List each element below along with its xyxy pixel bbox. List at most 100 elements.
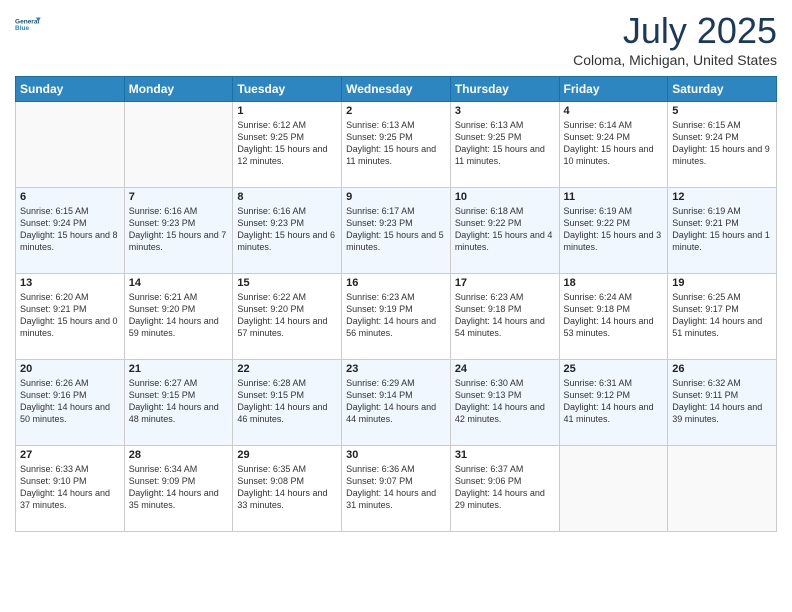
weekday-header-tuesday: Tuesday	[233, 77, 342, 102]
calendar-cell: 27 Sunrise: 6:33 AMSunset: 9:10 PMDayligh…	[16, 446, 125, 532]
logo-icon: GeneralBlue	[15, 10, 43, 38]
day-number: 29	[237, 449, 337, 461]
weekday-header-thursday: Thursday	[450, 77, 559, 102]
day-number: 16	[346, 277, 446, 289]
weekday-header-monday: Monday	[124, 77, 233, 102]
day-info: Sunrise: 6:34 AMSunset: 9:09 PMDaylight:…	[129, 463, 229, 512]
calendar-cell: 16 Sunrise: 6:23 AMSunset: 9:19 PMDayligh…	[342, 274, 451, 360]
day-info: Sunrise: 6:26 AMSunset: 9:16 PMDaylight:…	[20, 377, 120, 426]
calendar-cell: 30 Sunrise: 6:36 AMSunset: 9:07 PMDayligh…	[342, 446, 451, 532]
day-number: 13	[20, 277, 120, 289]
calendar-cell: 22 Sunrise: 6:28 AMSunset: 9:15 PMDayligh…	[233, 360, 342, 446]
calendar-cell: 23 Sunrise: 6:29 AMSunset: 9:14 PMDayligh…	[342, 360, 451, 446]
day-number: 1	[237, 105, 337, 117]
day-info: Sunrise: 6:35 AMSunset: 9:08 PMDaylight:…	[237, 463, 337, 512]
calendar-cell: 8 Sunrise: 6:16 AMSunset: 9:23 PMDaylight…	[233, 188, 342, 274]
title-block: July 2025 Coloma, Michigan, United State…	[573, 10, 777, 68]
calendar-cell: 29 Sunrise: 6:35 AMSunset: 9:08 PMDayligh…	[233, 446, 342, 532]
day-info: Sunrise: 6:36 AMSunset: 9:07 PMDaylight:…	[346, 463, 446, 512]
calendar-cell	[559, 446, 668, 532]
week-row-2: 6Sunrise: 6:15 AMSunset: 9:24 PMDaylight…	[16, 188, 777, 274]
weekday-header-wednesday: Wednesday	[342, 77, 451, 102]
day-info: Sunrise: 6:13 AMSunset: 9:25 PMDaylight:…	[455, 119, 555, 168]
day-number: 7	[129, 191, 229, 203]
day-info: Sunrise: 6:29 AMSunset: 9:14 PMDaylight:…	[346, 377, 446, 426]
day-number: 15	[237, 277, 337, 289]
day-info: Sunrise: 6:16 AMSunset: 9:23 PMDaylight:…	[237, 205, 337, 254]
day-info: Sunrise: 6:23 AMSunset: 9:19 PMDaylight:…	[346, 291, 446, 340]
calendar-cell: 31Sunrise: 6:37 AMSunset: 9:06 PMDayligh…	[450, 446, 559, 532]
calendar-cell: 6Sunrise: 6:15 AMSunset: 9:24 PMDaylight…	[16, 188, 125, 274]
calendar-cell: 26Sunrise: 6:32 AMSunset: 9:11 PMDayligh…	[668, 360, 777, 446]
weekday-header-row: SundayMondayTuesdayWednesdayThursdayFrid…	[16, 77, 777, 102]
day-number: 27	[20, 449, 120, 461]
calendar-cell: 19 Sunrise: 6:25 AMSunset: 9:17 PMDayligh…	[668, 274, 777, 360]
page: GeneralBlue July 2025 Coloma, Michigan, …	[0, 0, 792, 612]
svg-text:General: General	[15, 19, 39, 26]
svg-text:Blue: Blue	[15, 25, 29, 32]
weekday-header-friday: Friday	[559, 77, 668, 102]
day-number: 2	[346, 105, 446, 117]
day-info: Sunrise: 6:27 AMSunset: 9:15 PMDaylight:…	[129, 377, 229, 426]
day-info: Sunrise: 6:12 AMSunset: 9:25 PMDaylight:…	[237, 119, 337, 168]
day-info: Sunrise: 6:18 AMSunset: 9:22 PMDaylight:…	[455, 205, 555, 254]
calendar-cell: 24 Sunrise: 6:30 AMSunset: 9:13 PMDayligh…	[450, 360, 559, 446]
day-number: 24	[455, 363, 555, 375]
day-info: Sunrise: 6:28 AMSunset: 9:15 PMDaylight:…	[237, 377, 337, 426]
location: Coloma, Michigan, United States	[573, 52, 777, 68]
day-info: Sunrise: 6:15 AMSunset: 9:24 PMDaylight:…	[20, 205, 120, 254]
calendar-cell: 2 Sunrise: 6:13 AMSunset: 9:25 PMDaylight…	[342, 102, 451, 188]
calendar-cell: 18Sunrise: 6:24 AMSunset: 9:18 PMDayligh…	[559, 274, 668, 360]
day-number: 21	[129, 363, 229, 375]
calendar-cell: 13Sunrise: 6:20 AMSunset: 9:21 PMDayligh…	[16, 274, 125, 360]
calendar: SundayMondayTuesdayWednesdayThursdayFrid…	[15, 76, 777, 532]
day-number: 30	[346, 449, 446, 461]
day-number: 4	[564, 105, 664, 117]
day-info: Sunrise: 6:16 AMSunset: 9:23 PMDaylight:…	[129, 205, 229, 254]
day-info: Sunrise: 6:19 AMSunset: 9:22 PMDaylight:…	[564, 205, 664, 254]
day-number: 11	[564, 191, 664, 203]
day-number: 22	[237, 363, 337, 375]
week-row-4: 20 Sunrise: 6:26 AMSunset: 9:16 PMDayligh…	[16, 360, 777, 446]
day-info: Sunrise: 6:22 AMSunset: 9:20 PMDaylight:…	[237, 291, 337, 340]
calendar-cell	[668, 446, 777, 532]
day-number: 25	[564, 363, 664, 375]
day-number: 20	[20, 363, 120, 375]
calendar-cell: 17Sunrise: 6:23 AMSunset: 9:18 PMDayligh…	[450, 274, 559, 360]
calendar-cell: 28Sunrise: 6:34 AMSunset: 9:09 PMDayligh…	[124, 446, 233, 532]
calendar-cell: 10Sunrise: 6:18 AMSunset: 9:22 PMDayligh…	[450, 188, 559, 274]
day-info: Sunrise: 6:31 AMSunset: 9:12 PMDaylight:…	[564, 377, 664, 426]
calendar-cell: 7 Sunrise: 6:16 AMSunset: 9:23 PMDaylight…	[124, 188, 233, 274]
calendar-cell: 14Sunrise: 6:21 AMSunset: 9:20 PMDayligh…	[124, 274, 233, 360]
calendar-cell: 21 Sunrise: 6:27 AMSunset: 9:15 PMDayligh…	[124, 360, 233, 446]
weekday-header-saturday: Saturday	[668, 77, 777, 102]
day-number: 9	[346, 191, 446, 203]
header: GeneralBlue July 2025 Coloma, Michigan, …	[15, 10, 777, 68]
day-number: 23	[346, 363, 446, 375]
day-info: Sunrise: 6:25 AMSunset: 9:17 PMDaylight:…	[672, 291, 772, 340]
day-info: Sunrise: 6:13 AMSunset: 9:25 PMDaylight:…	[346, 119, 446, 168]
calendar-cell: 12Sunrise: 6:19 AMSunset: 9:21 PMDayligh…	[668, 188, 777, 274]
day-info: Sunrise: 6:17 AMSunset: 9:23 PMDaylight:…	[346, 205, 446, 254]
day-info: Sunrise: 6:19 AMSunset: 9:21 PMDaylight:…	[672, 205, 772, 254]
calendar-cell: 9 Sunrise: 6:17 AMSunset: 9:23 PMDaylight…	[342, 188, 451, 274]
calendar-cell	[16, 102, 125, 188]
calendar-cell: 11 Sunrise: 6:19 AMSunset: 9:22 PMDayligh…	[559, 188, 668, 274]
day-number: 19	[672, 277, 772, 289]
day-number: 14	[129, 277, 229, 289]
day-info: Sunrise: 6:30 AMSunset: 9:13 PMDaylight:…	[455, 377, 555, 426]
calendar-cell: 3 Sunrise: 6:13 AMSunset: 9:25 PMDaylight…	[450, 102, 559, 188]
day-number: 8	[237, 191, 337, 203]
calendar-cell: 5Sunrise: 6:15 AMSunset: 9:24 PMDaylight…	[668, 102, 777, 188]
month-title: July 2025	[573, 10, 777, 52]
day-info: Sunrise: 6:37 AMSunset: 9:06 PMDaylight:…	[455, 463, 555, 512]
day-number: 26	[672, 363, 772, 375]
logo: GeneralBlue	[15, 10, 43, 38]
day-info: Sunrise: 6:15 AMSunset: 9:24 PMDaylight:…	[672, 119, 772, 168]
day-number: 17	[455, 277, 555, 289]
day-number: 3	[455, 105, 555, 117]
calendar-cell	[124, 102, 233, 188]
weekday-header-sunday: Sunday	[16, 77, 125, 102]
day-number: 18	[564, 277, 664, 289]
day-info: Sunrise: 6:33 AMSunset: 9:10 PMDaylight:…	[20, 463, 120, 512]
